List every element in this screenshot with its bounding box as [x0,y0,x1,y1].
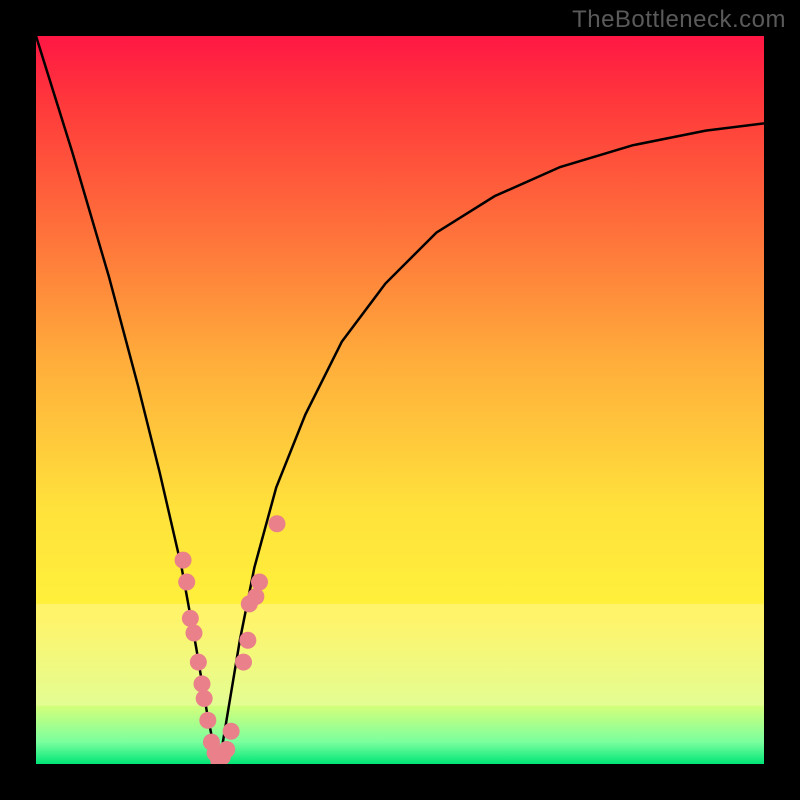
chart-svg [36,36,764,764]
marker-point [196,690,213,707]
marker-point [235,654,252,671]
marker-point [185,624,202,641]
marker-point [199,712,216,729]
marker-point [175,552,192,569]
marker-point [239,632,256,649]
marker-point [268,515,285,532]
plot-area [36,36,764,764]
marker-point [251,574,268,591]
marker-point [193,675,210,692]
marker-point [223,723,240,740]
marker-point [182,610,199,627]
attribution-text: TheBottleneck.com [572,6,786,34]
marker-point [218,741,235,758]
highlight-band [36,604,764,706]
marker-point [247,588,264,605]
marker-point [190,654,207,671]
marker-point [178,574,195,591]
